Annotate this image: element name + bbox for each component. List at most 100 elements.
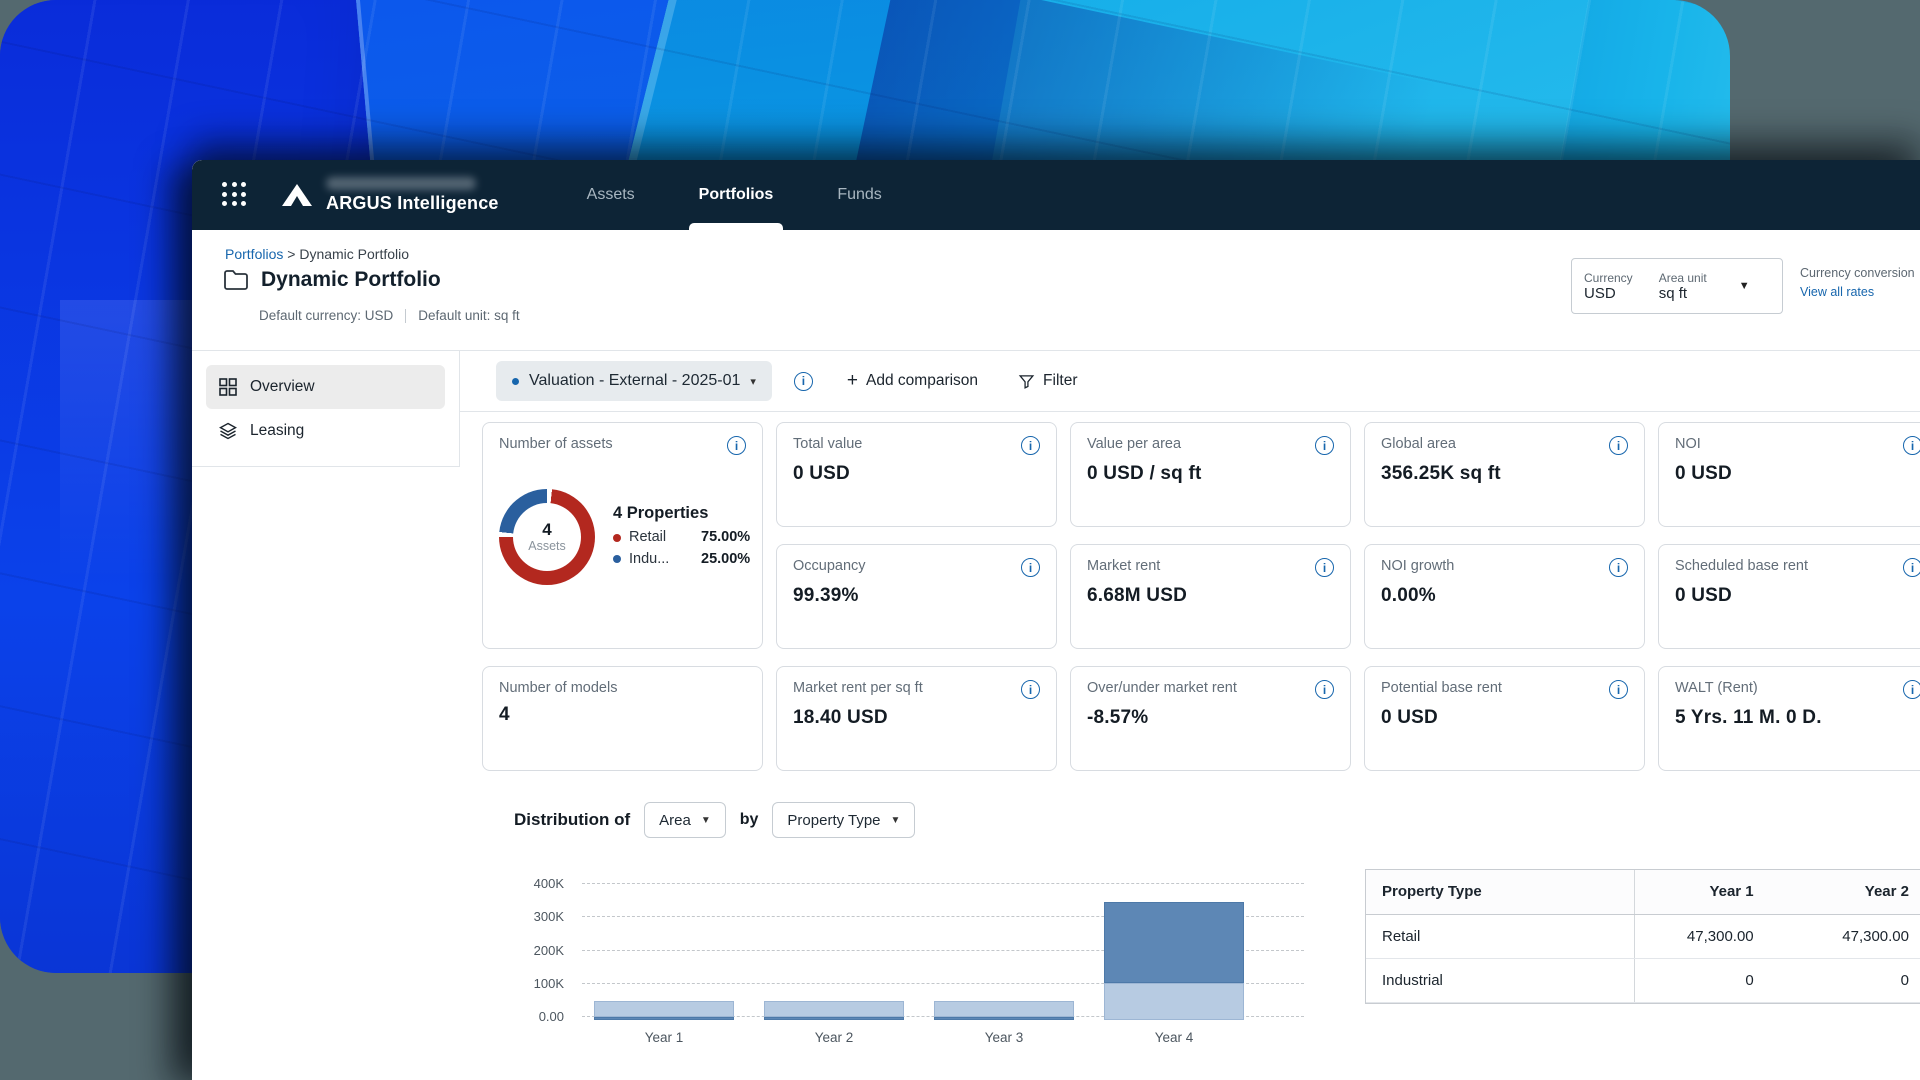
- nav-tab-funds[interactable]: Funds: [805, 160, 913, 230]
- kpi-value: -8.57%: [1087, 707, 1334, 729]
- kpi-label: Over/under market rent: [1087, 680, 1237, 696]
- page-title: Dynamic Portfolio: [261, 268, 441, 292]
- sidebar-item-label: Overview: [250, 378, 315, 396]
- nav-tab-portfolios[interactable]: Portfolios: [667, 160, 806, 230]
- info-icon[interactable]: i: [1903, 680, 1920, 699]
- kpi-card-number-of-assets: Number of assets i 4 Assets 4 Properties…: [482, 422, 763, 649]
- info-icon[interactable]: i: [727, 436, 746, 455]
- distribution-table: Property Type Year 1 Year 2 Retail 47,30…: [1365, 869, 1920, 1004]
- info-icon[interactable]: i: [1903, 436, 1920, 455]
- kpi-label: Total value: [793, 436, 862, 452]
- currency-area-unit-selector[interactable]: Currency USD Area unit sq ft ▼: [1571, 258, 1783, 314]
- cell-year-2: 0: [1770, 958, 1920, 1002]
- currency-conversion-block: Currency conversion View all rates: [1800, 264, 1920, 302]
- table-row: Retail 47,300.00 47,300.00: [1366, 914, 1920, 958]
- kpi-card-global-area: Global areai 356.25K sq ft: [1364, 422, 1645, 527]
- col-header-year-2: Year 2: [1770, 870, 1920, 914]
- sidebar-item-overview[interactable]: Overview: [206, 365, 445, 409]
- info-icon[interactable]: i: [1609, 436, 1628, 455]
- dimension-dropdown[interactable]: Property Type ▼: [772, 802, 915, 838]
- info-icon[interactable]: i: [1609, 680, 1628, 699]
- default-unit-label: Default unit: sq ft: [418, 308, 519, 323]
- kpi-value: 0 USD / sq ft: [1087, 463, 1334, 485]
- scenario-status-dot: [512, 378, 519, 385]
- chevron-down-icon: ▼: [1739, 280, 1750, 292]
- kpi-value: 0 USD: [1675, 463, 1920, 485]
- legend-name: Retail: [629, 527, 693, 548]
- y-axis-tick: 400K: [534, 876, 564, 891]
- view-all-rates-link[interactable]: View all rates: [1800, 285, 1874, 299]
- kpi-card-value-per-area: Value per areai 0 USD / sq ft: [1070, 422, 1351, 527]
- layers-icon: [218, 421, 238, 441]
- chevron-down-icon: ▾: [750, 375, 756, 388]
- currency-conversion-label: Currency conversion: [1800, 264, 1920, 283]
- table-header-row: Property Type Year 1 Year 2: [1366, 870, 1920, 914]
- info-icon[interactable]: i: [1021, 680, 1040, 699]
- info-icon[interactable]: i: [1315, 436, 1334, 455]
- info-icon[interactable]: i: [1609, 558, 1628, 577]
- breadcrumb: Portfolios > Dynamic Portfolio: [225, 246, 409, 262]
- sidebar-item-leasing[interactable]: Leasing: [206, 409, 445, 453]
- kpi-label: Number of models: [499, 680, 617, 696]
- retail-dot-icon: [613, 534, 621, 542]
- info-icon[interactable]: i: [1903, 558, 1920, 577]
- kpi-value: 5 Yrs. 11 M. 0 D.: [1675, 707, 1920, 729]
- currency-label: Currency: [1584, 271, 1633, 285]
- currency-value: USD: [1584, 285, 1633, 302]
- kpi-value: 4: [499, 704, 746, 726]
- legend-row-industrial: Indu... 25.00%: [613, 549, 750, 570]
- y-axis-tick: 100K: [534, 976, 564, 991]
- app-launcher-icon[interactable]: [222, 182, 248, 208]
- kpi-card-total-value: Total valuei 0 USD: [776, 422, 1057, 527]
- metric-value: Area: [659, 812, 691, 829]
- donut-caption: Assets: [528, 539, 566, 553]
- kpi-label: Occupancy: [793, 558, 866, 574]
- donut-count: 4: [542, 521, 551, 540]
- distribution-bar-chart: 400K 300K 200K 100K 0.00 Year 1 Year 2 Y…: [492, 860, 1312, 1060]
- area-unit-label: Area unit: [1659, 271, 1707, 285]
- info-icon[interactable]: i: [794, 372, 813, 391]
- sidebar: Overview Leasing: [192, 351, 460, 467]
- chevron-down-icon: ▼: [891, 815, 901, 826]
- distribution-by-label: by: [740, 811, 759, 829]
- filter-button[interactable]: Filter: [1018, 372, 1077, 390]
- gridline: 400K: [582, 883, 1304, 884]
- info-icon[interactable]: i: [1315, 558, 1334, 577]
- redacted-company-name: [326, 177, 476, 190]
- scenario-label: Valuation - External - 2025-01: [529, 372, 740, 390]
- x-axis-label: Year 4: [1104, 1030, 1244, 1045]
- cell-year-2: 47,300.00: [1770, 914, 1920, 958]
- metric-dropdown[interactable]: Area ▼: [644, 802, 726, 838]
- bar-year-1: [594, 1001, 734, 1020]
- assets-donut-chart: 4 Assets: [499, 489, 595, 585]
- top-navbar: ARGUS Intelligence Assets Portfolios Fun…: [192, 160, 1920, 230]
- divider: [405, 309, 406, 323]
- breadcrumb-portfolios-link[interactable]: Portfolios: [225, 246, 283, 262]
- col-header-year-1: Year 1: [1635, 870, 1770, 914]
- scenario-dropdown[interactable]: Valuation - External - 2025-01 ▾: [496, 361, 772, 401]
- add-comparison-button[interactable]: + Add comparison: [847, 370, 978, 392]
- x-axis-label: Year 3: [934, 1030, 1074, 1045]
- area-unit-value: sq ft: [1659, 285, 1707, 302]
- info-icon[interactable]: i: [1021, 436, 1040, 455]
- chart-plot-area: 400K 300K 200K 100K 0.00 Year 1 Year 2 Y…: [582, 860, 1304, 1016]
- portfolio-defaults: Default currency: USD Default unit: sq f…: [259, 308, 520, 323]
- brand-block: ARGUS Intelligence: [326, 177, 499, 214]
- kpi-label: WALT (Rent): [1675, 680, 1758, 696]
- industrial-dot-icon: [613, 555, 621, 563]
- add-comparison-label: Add comparison: [866, 372, 978, 390]
- kpi-label: Scheduled base rent: [1675, 558, 1808, 574]
- bar-year-4: [1104, 902, 1244, 1020]
- info-icon[interactable]: i: [1315, 680, 1334, 699]
- nav-tab-assets[interactable]: Assets: [555, 160, 667, 230]
- default-currency-label: Default currency: USD: [259, 308, 393, 323]
- x-axis-label: Year 2: [764, 1030, 904, 1045]
- donut-center: 4 Assets: [499, 489, 595, 585]
- kpi-value: 0.00%: [1381, 585, 1628, 607]
- filter-label: Filter: [1043, 372, 1077, 390]
- kpi-card-scheduled-base-rent: Scheduled base renti 0 USD: [1658, 544, 1920, 649]
- info-icon[interactable]: i: [1021, 558, 1040, 577]
- app-window: ARGUS Intelligence Assets Portfolios Fun…: [192, 160, 1920, 1080]
- donut-legend: 4 Properties Retail 75.00% Indu... 25.00…: [613, 504, 750, 569]
- distribution-title: Distribution of: [514, 810, 630, 830]
